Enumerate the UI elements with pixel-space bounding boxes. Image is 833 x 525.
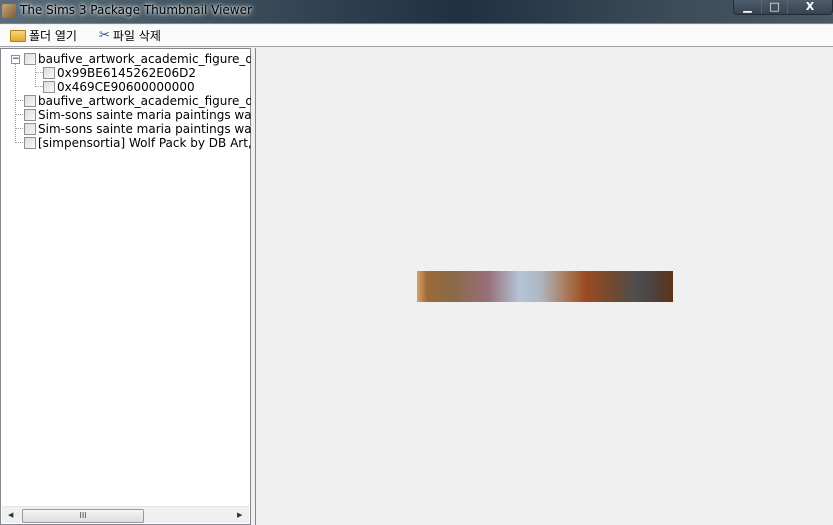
app-icon	[2, 4, 16, 18]
node-label: [simpensortia] Wolf Pack by DB Art,p	[38, 136, 260, 150]
toolbar: 폴더 열기 ✂ 파일 삭제	[0, 25, 833, 47]
maximize-button[interactable]: □	[761, 0, 787, 14]
package-tree[interactable]: − baufive_artwork_academic_figure_dra 0x…	[0, 48, 265, 525]
tree-node[interactable]: Sim-sons sainte maria paintings wal	[24, 122, 255, 136]
checkbox[interactable]	[24, 109, 36, 121]
thumbnail-image	[417, 271, 673, 302]
node-label: Sim-sons sainte maria paintings wal	[38, 122, 255, 136]
checkbox[interactable]	[43, 67, 55, 79]
collapse-toggle[interactable]: −	[11, 55, 20, 64]
node-label: 0x469CE90600000000	[57, 80, 195, 94]
tree-node[interactable]: baufive_artwork_academic_figure_dra	[24, 94, 265, 108]
open-folder-label: 폴더 열기	[29, 29, 77, 43]
node-label: Sim-sons sainte maria paintings wal	[38, 108, 255, 122]
tree-node[interactable]: Sim-sons sainte maria paintings wal	[24, 108, 255, 122]
scroll-right-arrow-icon[interactable]: ▶	[237, 511, 242, 519]
title-bar: The Sims 3 Package Thumbnail Viewer ▁ □ …	[0, 0, 833, 24]
delete-file-button[interactable]: ✂ 파일 삭제	[99, 27, 161, 44]
tree-node[interactable]: [simpensortia] Wolf Pack by DB Art,p	[24, 136, 259, 150]
checkbox[interactable]	[24, 53, 36, 65]
preview-panel	[255, 48, 833, 525]
checkbox[interactable]	[24, 123, 36, 135]
node-label: baufive_artwork_academic_figure_dra	[38, 52, 266, 66]
scroll-thumb[interactable]: III	[22, 509, 144, 523]
horizontal-scrollbar[interactable]: ◀ III ▶	[2, 506, 249, 523]
minimize-button[interactable]: ▁	[734, 0, 761, 14]
tree-child-node[interactable]: 0x469CE90600000000	[43, 80, 195, 94]
scroll-left-arrow-icon[interactable]: ◀	[8, 511, 13, 519]
node-label: baufive_artwork_academic_figure_dra	[38, 94, 266, 108]
window-title: The Sims 3 Package Thumbnail Viewer	[20, 3, 252, 17]
scissors-icon: ✂	[98, 28, 110, 43]
delete-file-label: 파일 삭제	[112, 29, 161, 43]
open-folder-button[interactable]: 폴더 열기	[10, 27, 77, 44]
checkbox[interactable]	[43, 81, 55, 93]
node-label: 0x99BE6145262E06D2	[57, 66, 196, 80]
folder-open-icon	[10, 29, 26, 42]
checkbox[interactable]	[24, 95, 36, 107]
checkbox[interactable]	[24, 137, 36, 149]
close-button[interactable]: X	[787, 0, 832, 14]
tree-child-node[interactable]: 0x99BE6145262E06D2	[43, 66, 196, 80]
tree-node[interactable]: baufive_artwork_academic_figure_dra	[24, 52, 265, 66]
